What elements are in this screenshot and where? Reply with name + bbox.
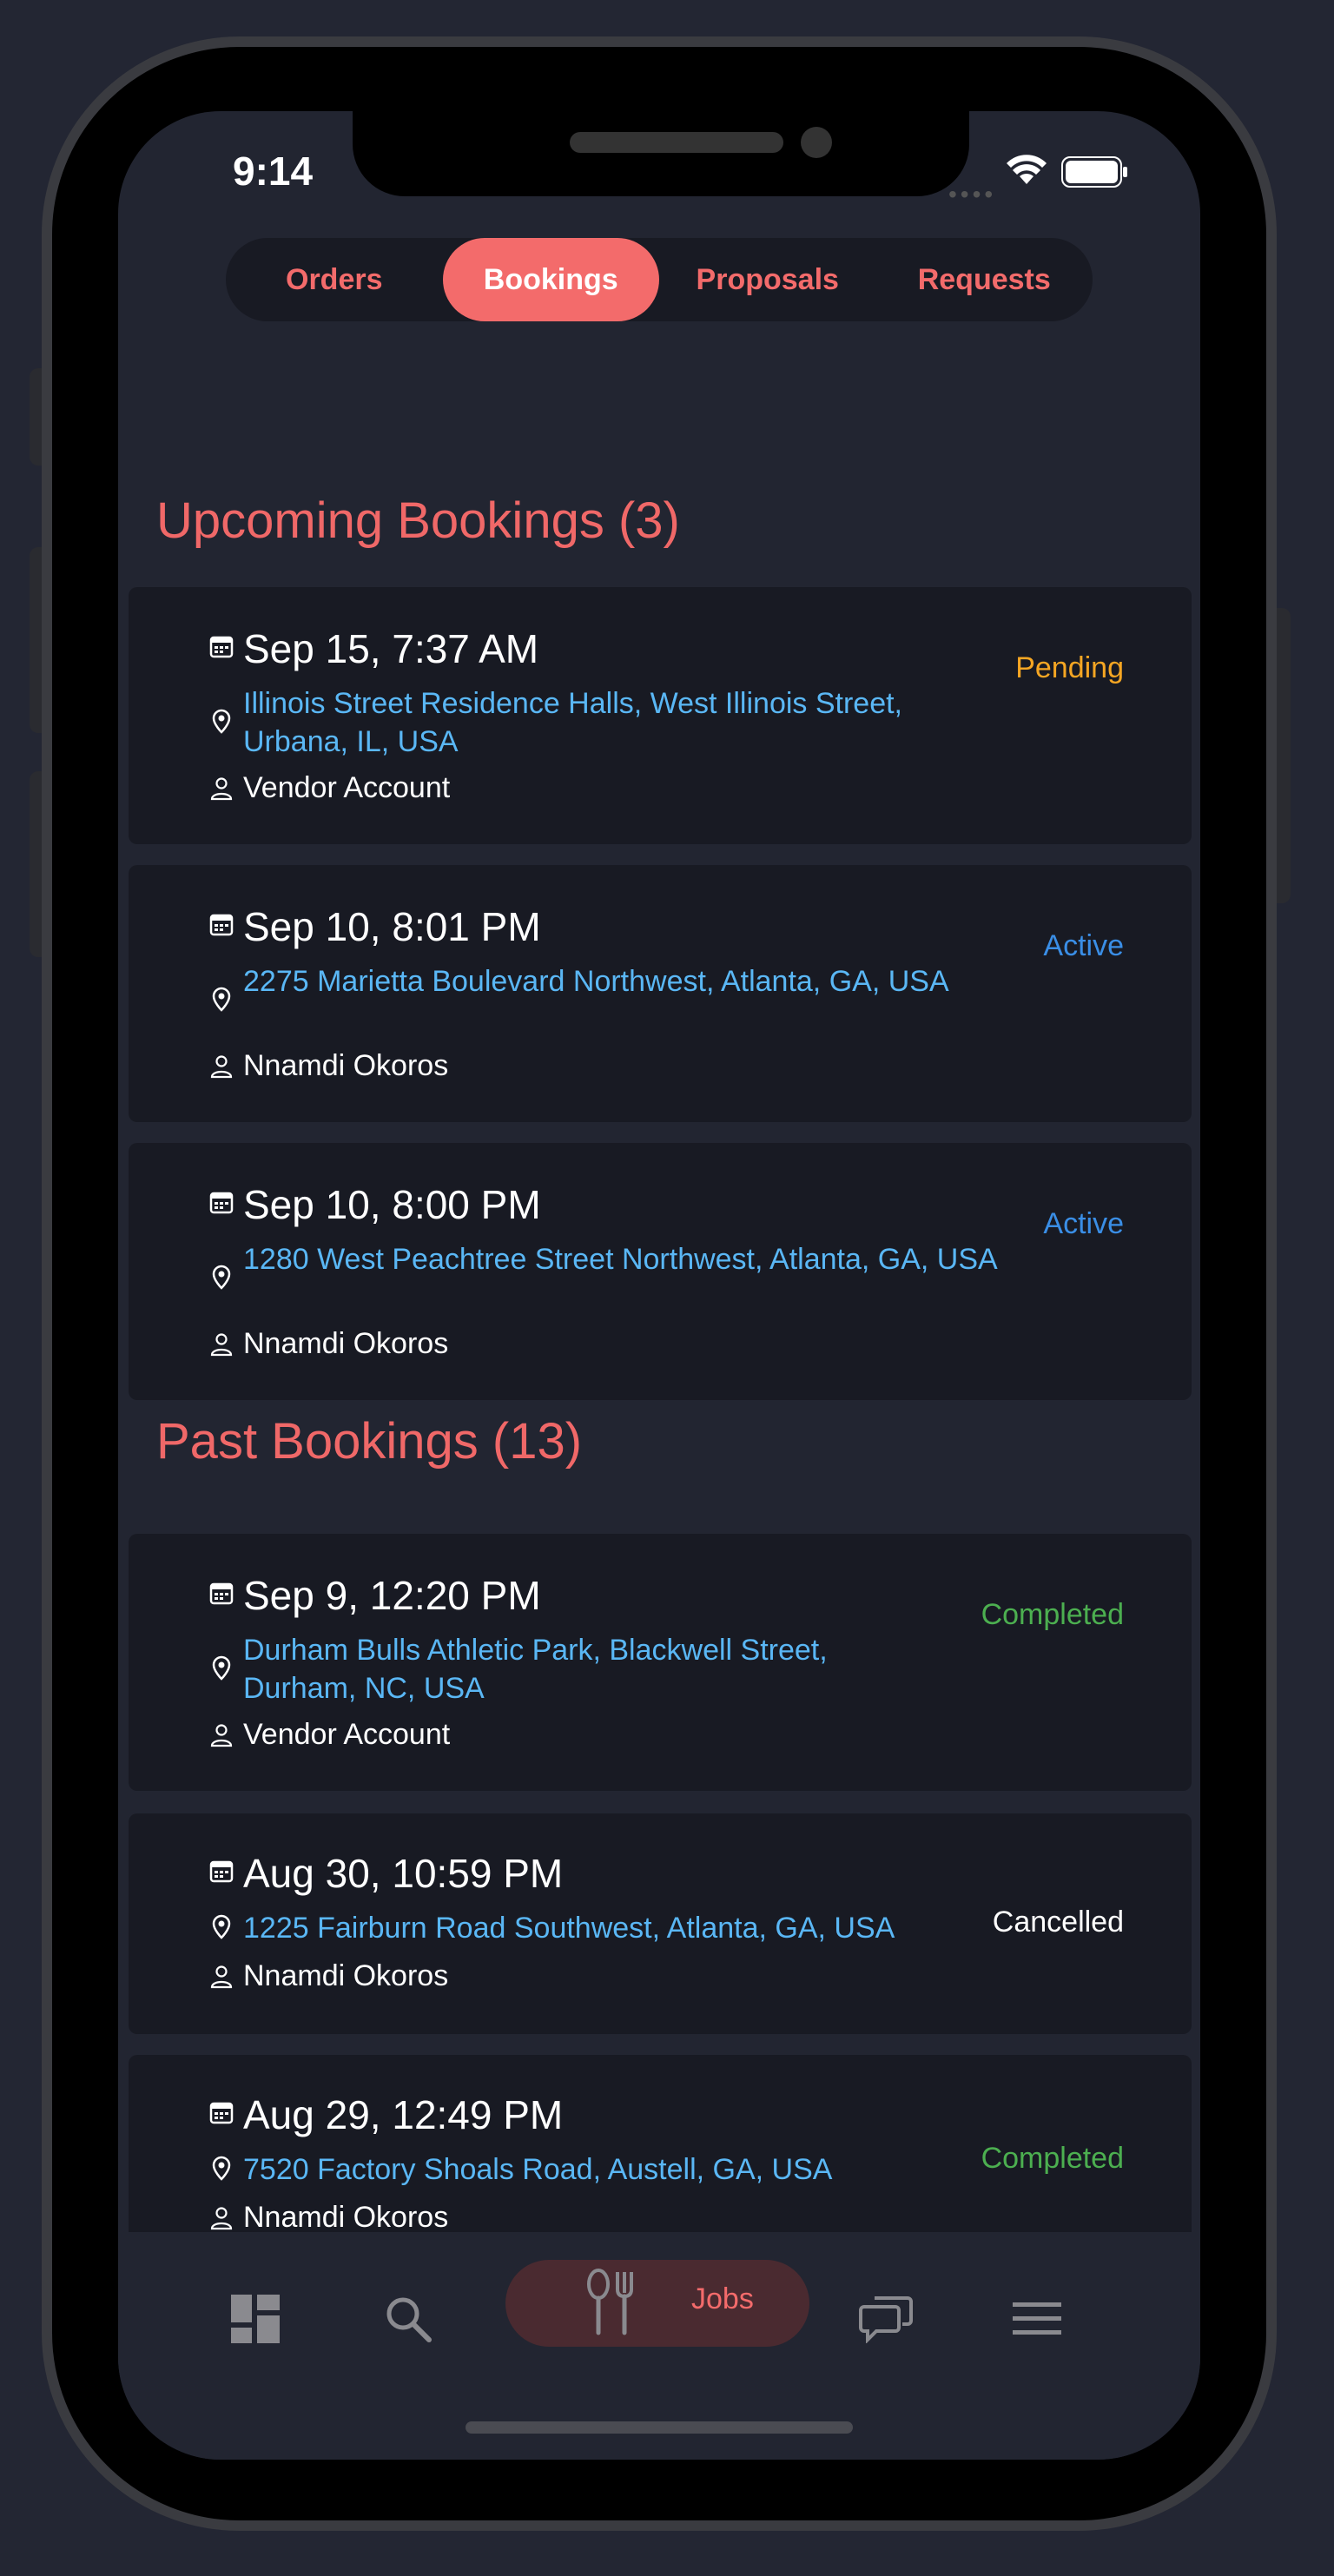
booking-location-link[interactable]: Illinois Street Residence Halls, West Il… xyxy=(243,684,981,761)
status-badge: Active xyxy=(1043,1207,1124,1240)
booking-person: Vendor Account xyxy=(243,1718,451,1751)
booking-location-link[interactable]: 1280 West Peachtree Street Northwest, At… xyxy=(243,1240,1007,1278)
status-badge: Completed xyxy=(981,1598,1124,1631)
booking-person: Vendor Account xyxy=(243,771,451,804)
status-badge: Completed xyxy=(981,2142,1124,2175)
person-icon xyxy=(203,1723,240,1747)
location-pin-icon xyxy=(203,709,240,735)
calendar-icon xyxy=(203,634,240,658)
booking-date: Sep 9, 12:20 PM xyxy=(243,1573,541,1618)
booking-date: Aug 29, 12:49 PM xyxy=(243,2092,564,2137)
app-screen: 9:14 •••• Orders Bookings Proposals Requ… xyxy=(118,111,1200,2460)
calendar-icon xyxy=(203,1581,240,1605)
booking-location-link[interactable]: 1225 Fairburn Road Southwest, Atlanta, G… xyxy=(243,1909,1007,1947)
status-badge: Pending xyxy=(1015,651,1124,684)
location-pin-icon xyxy=(203,1655,240,1681)
status-badge: Active xyxy=(1043,929,1124,962)
booking-date: Aug 30, 10:59 PM xyxy=(243,1851,564,1896)
booking-card[interactable]: Aug 30, 10:59 PM 1225 Fairburn Road Sout… xyxy=(129,1813,1192,2034)
location-pin-icon xyxy=(203,1914,240,1940)
status-time: 9:14 xyxy=(233,149,314,194)
booking-card[interactable]: Sep 9, 12:20 PM Durham Bulls Athletic Pa… xyxy=(129,1534,1192,1791)
calendar-icon xyxy=(203,1190,240,1214)
speaker xyxy=(570,132,783,153)
segment-tabs: Orders Bookings Proposals Requests xyxy=(226,238,1093,321)
jobs-label: Jobs xyxy=(691,2282,754,2315)
jobs-tab[interactable] xyxy=(505,2260,809,2347)
past-bookings-title: Past Bookings (13) xyxy=(156,1413,583,1470)
booking-card[interactable]: Sep 10, 8:01 PM 2275 Marietta Boulevard … xyxy=(129,865,1192,1122)
booking-card[interactable]: Sep 10, 8:00 PM 1280 West Peachtree Stre… xyxy=(129,1143,1192,1400)
booking-location-link[interactable]: 7520 Factory Shoals Road, Austell, GA, U… xyxy=(243,2150,1007,2189)
calendar-icon xyxy=(203,912,240,936)
booking-card[interactable]: Sep 15, 7:37 AM Illinois Street Residenc… xyxy=(129,587,1192,844)
signal-icon: •••• xyxy=(948,181,997,208)
booking-person: Nnamdi Okoros xyxy=(243,1959,449,1992)
upcoming-bookings-title: Upcoming Bookings (3) xyxy=(156,492,680,549)
dashboard-icon[interactable] xyxy=(228,2275,283,2362)
menu-icon[interactable] xyxy=(1009,2275,1065,2362)
notch xyxy=(353,111,969,196)
booking-date: Sep 10, 8:01 PM xyxy=(243,904,541,949)
location-pin-icon xyxy=(203,1265,240,1291)
person-icon xyxy=(203,776,240,801)
booking-date: Sep 10, 8:00 PM xyxy=(243,1182,541,1227)
power-button xyxy=(1277,608,1291,903)
location-pin-icon xyxy=(203,987,240,1013)
person-icon xyxy=(203,1332,240,1357)
camera xyxy=(801,127,832,158)
home-indicator[interactable] xyxy=(466,2421,853,2434)
person-icon xyxy=(203,1965,240,1989)
booking-person: Nnamdi Okoros xyxy=(243,2201,449,2234)
utensils-icon xyxy=(580,2258,641,2345)
calendar-icon xyxy=(203,1859,240,1883)
tab-orders[interactable]: Orders xyxy=(226,238,443,321)
tab-bookings[interactable]: Bookings xyxy=(442,238,659,321)
booking-person: Nnamdi Okoros xyxy=(243,1327,449,1360)
booking-location-link[interactable]: 2275 Marietta Boulevard Northwest, Atlan… xyxy=(243,962,981,1001)
status-badge: Cancelled xyxy=(992,1906,1124,1939)
battery-icon xyxy=(1061,156,1127,188)
booking-location-link[interactable]: Durham Bulls Athletic Park, Blackwell St… xyxy=(243,1631,903,1707)
wifi-icon xyxy=(1007,155,1047,184)
search-icon[interactable] xyxy=(380,2275,436,2362)
tab-requests[interactable]: Requests xyxy=(876,238,1093,321)
tab-proposals[interactable]: Proposals xyxy=(659,238,876,321)
booking-person: Nnamdi Okoros xyxy=(243,1049,449,1082)
booking-date: Sep 15, 7:37 AM xyxy=(243,626,539,671)
person-icon xyxy=(203,2206,240,2230)
person-icon xyxy=(203,1054,240,1079)
calendar-icon xyxy=(203,2100,240,2124)
chat-icon[interactable] xyxy=(858,2275,914,2362)
location-pin-icon xyxy=(203,2156,240,2182)
